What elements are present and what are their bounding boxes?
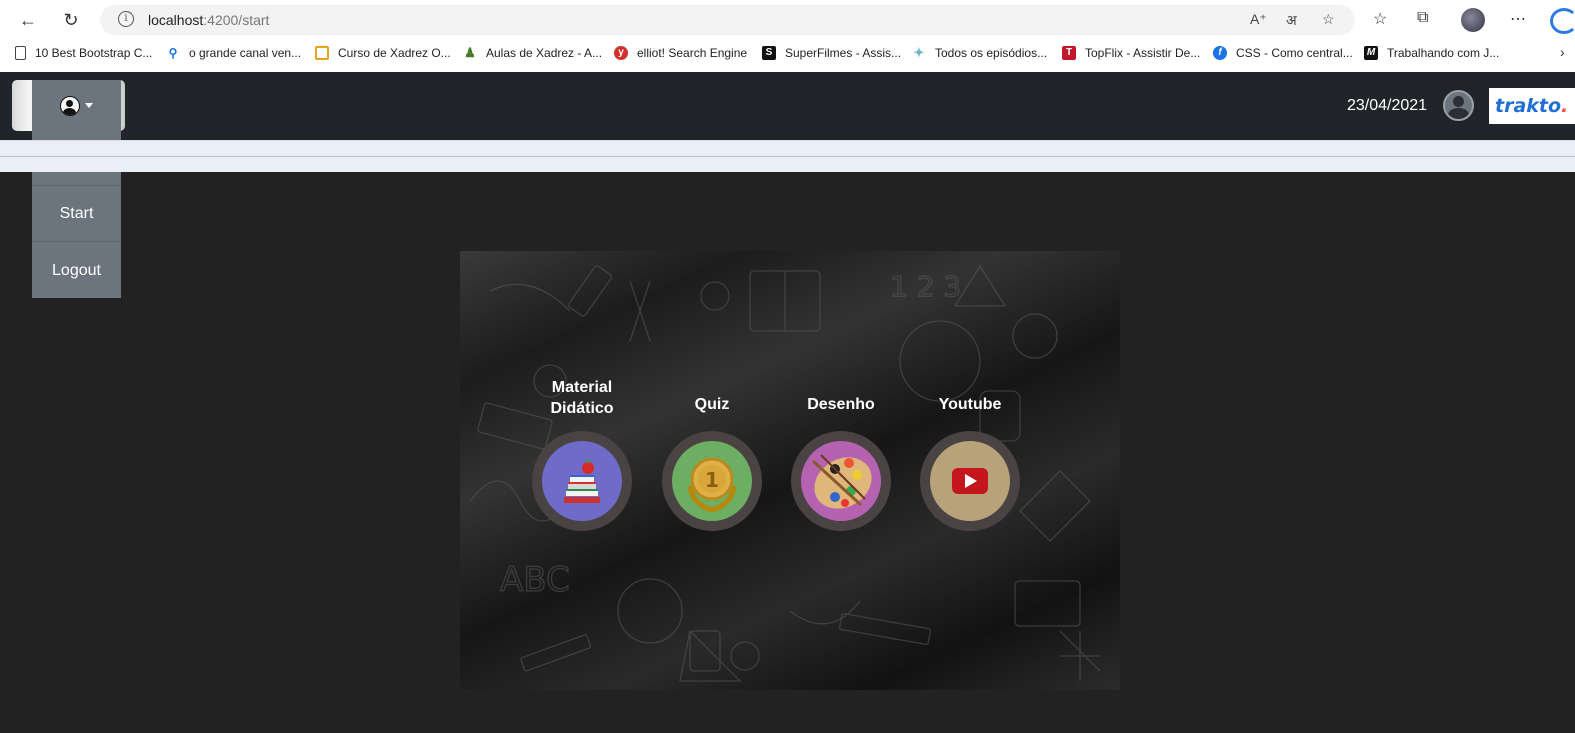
header-date: 23/04/2021	[1347, 97, 1428, 114]
bookmark-label: TopFlix - Assistir De...	[1085, 46, 1201, 60]
bookmark-item[interactable]: M Trabalhando com J...	[1364, 46, 1499, 60]
translate-icon[interactable]: अ	[1286, 11, 1297, 30]
collections-icon[interactable]: ⧉	[1417, 9, 1428, 27]
url-text[interactable]: localhost:4200/start	[148, 12, 269, 28]
bookmark-item[interactable]: f CSS - Como central...	[1213, 46, 1353, 60]
search-icon: ⚲	[168, 46, 178, 60]
bookmarks-bar: 10 Best Bootstrap C... ⚲ o grande canal …	[0, 40, 1575, 70]
bookmark-label: 10 Best Bootstrap C...	[35, 46, 153, 60]
add-favorite-icon[interactable]: ☆	[1322, 11, 1335, 28]
tile-material-label-line1: Material	[551, 379, 613, 396]
paint-palette-icon	[801, 441, 881, 521]
books-apple-icon	[542, 441, 622, 521]
chess-icon: ♟	[464, 45, 476, 60]
brand-name: trakto	[1495, 95, 1562, 117]
tile-material-label-line2: Didático	[550, 400, 614, 417]
f-icon: f	[1213, 46, 1227, 60]
m-icon: M	[1364, 46, 1378, 60]
menu-item-logout[interactable]: Logout	[32, 243, 121, 298]
tile-quiz[interactable]: 1	[662, 431, 762, 531]
user-avatar-icon	[60, 95, 80, 116]
bookmark-item[interactable]: y elliot! Search Engine	[614, 46, 747, 60]
bookmarks-overflow-icon[interactable]: ›	[1560, 44, 1565, 60]
favorites-icon[interactable]: ☆	[1373, 9, 1387, 29]
more-menu-icon[interactable]: ⋯	[1510, 9, 1526, 29]
square-icon	[315, 46, 329, 60]
read-aloud-icon[interactable]: A⁺	[1250, 11, 1267, 28]
browser-chrome: ← ↻ i localhost:4200/start A⁺ अ ☆ ☆ ⧉ ⋯ …	[0, 0, 1575, 72]
chalkboard-panel: 1 2 3 ABC Material Didático Quiz 1 Desen…	[460, 251, 1120, 690]
bookmark-item[interactable]: ⚲ o grande canal ven...	[166, 46, 301, 60]
bookmark-label: Todos os episódios...	[935, 46, 1048, 60]
menu-item-start[interactable]: Start	[32, 187, 121, 242]
elliot-icon: y	[614, 46, 628, 60]
bookmark-label: Aulas de Xadrez - A...	[486, 46, 603, 60]
reload-icon[interactable]: ↻	[58, 8, 84, 32]
sparkle-icon: ✦	[913, 45, 925, 60]
edge-logo-icon[interactable]	[1550, 8, 1575, 34]
bookmark-item[interactable]: T TopFlix - Assistir De...	[1062, 46, 1200, 60]
tile-youtube[interactable]	[920, 431, 1020, 531]
notification-user-icon[interactable]	[1443, 90, 1474, 121]
tile-material-didatico[interactable]	[532, 431, 632, 531]
tile-quiz-label: Quiz	[694, 396, 730, 413]
bookmark-label: SuperFilmes - Assis...	[785, 46, 902, 60]
site-info-icon[interactable]: i	[118, 11, 134, 27]
bookmark-label: o grande canal ven...	[189, 46, 302, 60]
brand-dot: .	[1561, 95, 1569, 117]
bookmark-label: Curso de Xadrez O...	[338, 46, 451, 60]
caret-down-icon	[85, 103, 93, 108]
s-icon: S	[762, 46, 776, 60]
browser-toolbar: ← ↻ i localhost:4200/start A⁺ अ ☆ ☆ ⧉ ⋯	[0, 0, 1575, 40]
svg-text:ABC: ABC	[500, 560, 570, 600]
bookmark-item[interactable]: ♟ Aulas de Xadrez - A...	[463, 45, 603, 61]
tile-youtube-label: Youtube	[938, 396, 1002, 413]
profile-avatar-icon[interactable]	[1461, 8, 1485, 32]
bookmark-item[interactable]: Curso de Xadrez O...	[315, 46, 451, 60]
bookmark-label: elliot! Search Engine	[637, 46, 748, 60]
bookmark-label: CSS - Como central...	[1236, 46, 1353, 60]
tile-desenho[interactable]	[791, 431, 891, 531]
address-bar[interactable]: i localhost:4200/start A⁺ अ ☆	[100, 5, 1355, 35]
user-menu-button[interactable]	[32, 80, 121, 131]
sub-navbar	[0, 140, 1575, 172]
tile-desenho-label: Desenho	[807, 396, 875, 413]
trakto-logo[interactable]: trakto.	[1489, 88, 1575, 124]
bookmark-item[interactable]: 10 Best Bootstrap C...	[15, 46, 152, 60]
gold-medal-icon: 1	[672, 441, 752, 521]
youtube-play-icon	[930, 441, 1010, 521]
app-header	[0, 72, 1575, 140]
bookmark-label: Trabalhando com J...	[1387, 46, 1500, 60]
back-arrow-icon[interactable]: ←	[15, 8, 41, 32]
svg-text:1 2 3: 1 2 3	[890, 270, 961, 303]
svg-text:1: 1	[705, 468, 719, 492]
t-icon: T	[1062, 46, 1076, 60]
tile-material-label: Material Didático	[532, 377, 632, 419]
bookmark-item[interactable]: S SuperFilmes - Assis...	[762, 46, 901, 60]
bookmark-item[interactable]: ✦ Todos os episódios...	[912, 45, 1048, 61]
page-icon	[15, 46, 26, 60]
